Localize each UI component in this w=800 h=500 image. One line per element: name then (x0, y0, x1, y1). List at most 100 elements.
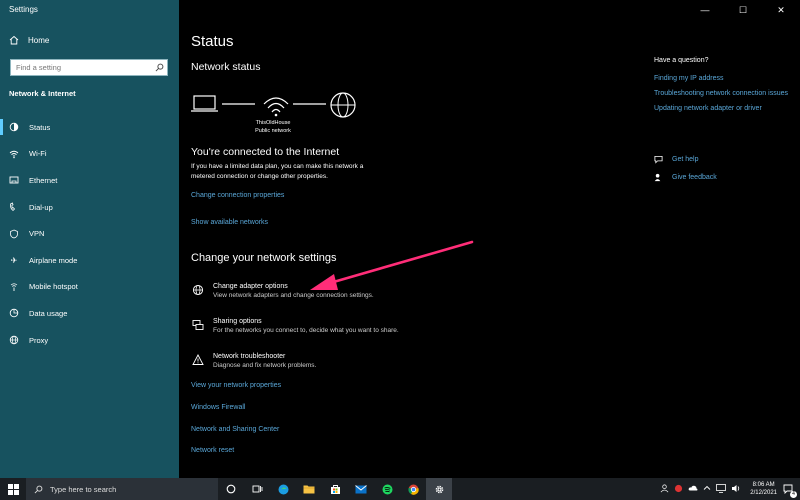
chevron-up-icon[interactable] (703, 484, 711, 494)
app-title: Settings (9, 5, 38, 14)
network-sharing-center-link[interactable]: Network and Sharing Center (191, 426, 279, 433)
sidebar-item-label: Ethernet (29, 175, 58, 185)
connected-desc-line: If you have a limited data plan, you can… (191, 163, 364, 170)
adapter-icon (191, 283, 205, 297)
show-available-networks-link[interactable]: Show available networks (191, 219, 268, 226)
sidebar-item-dialup[interactable]: Dial-up (0, 194, 179, 221)
pc-icon (191, 95, 218, 112)
give-feedback-link[interactable]: Give feedback (654, 173, 717, 182)
task-view-icon[interactable] (244, 478, 270, 500)
network-type: Public network (255, 128, 291, 134)
network-name: ThisOldHouse (255, 120, 291, 126)
clock[interactable]: 8:06 AM 2/12/2021 (750, 481, 777, 497)
sidebar-item-home[interactable]: Home (9, 35, 49, 45)
data-usage-icon (9, 308, 19, 318)
sidebar-item-label: Dial-up (29, 202, 53, 212)
sidebar-item-airplane[interactable]: ✈ Airplane mode (0, 247, 179, 274)
system-tray: 8:06 AM 2/12/2021 4 (660, 478, 800, 500)
vpn-icon (9, 229, 19, 239)
option-desc: Diagnose and fix network problems. (213, 362, 317, 369)
people-icon[interactable] (660, 484, 669, 495)
search-icon (34, 485, 43, 493)
sidebar-item-status[interactable]: Status (0, 114, 179, 141)
search-icon[interactable] (151, 60, 167, 75)
globe-icon (330, 92, 356, 118)
start-button[interactable] (0, 478, 26, 500)
option-title: Network troubleshooter (213, 353, 286, 360)
sidebar-nav: Status Wi-Fi Ethernet Dial-up VPN ✈ Airp… (0, 114, 179, 353)
search-input[interactable]: Find a setting (10, 59, 168, 76)
sidebar-item-label: Data usage (29, 308, 68, 318)
finding-ip-link[interactable]: Finding my IP address (654, 74, 794, 83)
get-help-link[interactable]: Get help (654, 155, 698, 164)
network-name-label: ThisOldHouse Public network (243, 119, 303, 135)
feedback-icon (654, 173, 663, 182)
mail-icon[interactable] (348, 478, 374, 500)
notifications-icon[interactable]: 4 (782, 483, 797, 498)
minimize-button[interactable]: — (686, 0, 724, 20)
help-heading: Have a question? (654, 57, 709, 64)
chat-icon (654, 155, 663, 164)
sidebar-item-label: Wi-Fi (29, 149, 47, 159)
wifi-network-icon (263, 97, 289, 117)
file-explorer-icon[interactable] (296, 478, 322, 500)
close-button[interactable]: ✕ (762, 0, 800, 20)
give-feedback-label: Give feedback (672, 174, 717, 181)
change-connection-properties-link[interactable]: Change connection properties (191, 192, 284, 199)
section-title: Network & Internet (9, 89, 76, 98)
spotify-icon[interactable] (374, 478, 400, 500)
hotspot-icon (9, 282, 19, 292)
cortana-icon[interactable] (218, 478, 244, 500)
settings-window: Settings Home Find a setting Network & I… (0, 0, 800, 478)
sidebar-item-hotspot[interactable]: Mobile hotspot (0, 274, 179, 301)
taskbar-search[interactable]: Type here to search (26, 478, 218, 500)
store-icon[interactable] (322, 478, 348, 500)
option-title: Sharing options (213, 318, 262, 325)
clock-time: 8:06 AM (752, 482, 775, 488)
sidebar: Settings Home Find a setting Network & I… (0, 0, 179, 478)
sidebar-item-label: Airplane mode (29, 255, 78, 265)
settings-taskbar-icon[interactable] (426, 478, 452, 500)
tray-app-icon[interactable] (674, 484, 683, 495)
warning-icon (191, 353, 205, 367)
home-label: Home (28, 35, 50, 45)
network-status-heading: Network status (191, 61, 261, 73)
sidebar-item-data-usage[interactable]: Data usage (0, 300, 179, 327)
sidebar-item-proxy[interactable]: Proxy (0, 327, 179, 354)
sidebar-item-wifi[interactable]: Wi-Fi (0, 141, 179, 168)
sidebar-item-label: VPN (29, 229, 45, 239)
annotation-arrow (310, 240, 474, 290)
view-network-properties-link[interactable]: View your network properties (191, 382, 281, 389)
troubleshooting-link[interactable]: Troubleshooting network connection issue… (654, 89, 794, 98)
status-icon (9, 122, 19, 132)
notification-count: 4 (790, 491, 797, 498)
network-troubleshooter[interactable]: Network troubleshooter Diagnose and fix … (191, 353, 316, 369)
taskbar-search-placeholder: Type here to search (50, 484, 117, 494)
chrome-icon[interactable] (400, 478, 426, 500)
get-help-label: Get help (672, 156, 699, 163)
network-reset-link[interactable]: Network reset (191, 447, 234, 454)
sidebar-item-ethernet[interactable]: Ethernet (0, 167, 179, 194)
page-title: Status (191, 33, 234, 50)
edge-icon[interactable] (270, 478, 296, 500)
sharing-options[interactable]: Sharing options For the networks you con… (191, 318, 399, 334)
sidebar-item-vpn[interactable]: VPN (0, 220, 179, 247)
search-placeholder: Find a setting (16, 63, 62, 72)
clock-date: 2/12/2021 (750, 490, 777, 496)
windows-firewall-link[interactable]: Windows Firewall (191, 404, 245, 411)
option-desc: For the networks you connect to, decide … (213, 327, 399, 334)
maximize-button[interactable]: ☐ (724, 0, 762, 20)
updating-adapter-link[interactable]: Updating network adapter or driver (654, 104, 794, 113)
sidebar-item-label: Mobile hotspot (29, 282, 78, 292)
sidebar-item-label: Status (29, 122, 51, 132)
network-tray-icon[interactable] (716, 483, 727, 495)
cloud-icon[interactable] (688, 484, 698, 494)
sidebar-item-label: Proxy (29, 335, 49, 345)
home-icon (9, 35, 19, 45)
volume-icon[interactable] (731, 484, 741, 495)
window-controls: — ☐ ✕ (686, 0, 800, 20)
connected-desc: If you have a limited data plan, you can… (191, 162, 363, 182)
sharing-icon (191, 318, 205, 332)
proxy-icon (9, 335, 19, 345)
connected-heading: You're connected to the Internet (191, 146, 340, 158)
